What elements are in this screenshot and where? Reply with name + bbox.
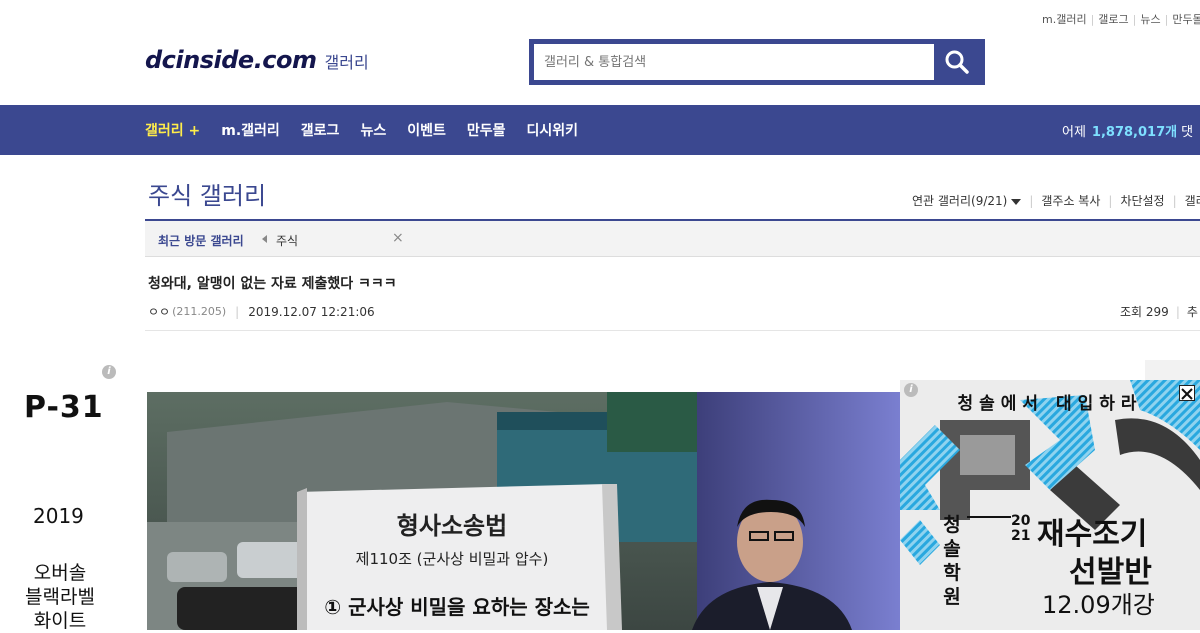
post-author-ip: (211.205) bbox=[172, 305, 227, 318]
nav-item-news[interactable]: 뉴스 bbox=[360, 120, 386, 140]
util-link-gallog[interactable]: 갤로그 bbox=[1098, 13, 1128, 26]
divider bbox=[145, 330, 1200, 331]
news-broadcast-image: 형사소송법 제110조 (군사상 비밀과 압수) ① 군사상 비밀을 요하는 장… bbox=[147, 392, 900, 630]
caret-down-icon bbox=[1011, 199, 1022, 205]
book-clause: ① 군사상 비밀을 요하는 장소는 bbox=[324, 595, 590, 619]
close-icon bbox=[1181, 388, 1193, 400]
right-ad-banner[interactable]: i 청솔에서 대입하라 청 솔 학 원 20 21 재수조기 선발반 12.09… bbox=[900, 380, 1200, 630]
search-bar bbox=[529, 39, 985, 85]
nav-item-wiki[interactable]: 디시위키 bbox=[526, 120, 578, 140]
ad-year: 2019 bbox=[33, 504, 84, 528]
close-icon[interactable]: × bbox=[392, 230, 404, 246]
nav-item-gallery[interactable]: 갤러리 + bbox=[145, 120, 200, 140]
nav-item-mgallery[interactable]: m.갤러리 bbox=[221, 120, 280, 140]
search-input[interactable] bbox=[534, 44, 934, 80]
nav-item-gallog[interactable]: 갤로그 bbox=[301, 120, 340, 140]
ad-start-date: 12.09개강 bbox=[1042, 591, 1155, 619]
related-gallery-dropdown[interactable]: 연관 갤러리(9/21) bbox=[912, 192, 1022, 209]
post-meta: ㅇㅇ (211.205) | 2019.12.07 12:21:06 bbox=[148, 303, 375, 320]
ad-academy-name: 청 솔 학 원 bbox=[943, 514, 961, 608]
gallery-tool-more[interactable]: 갤러 bbox=[1185, 192, 1200, 209]
stats-label: 어제 bbox=[1062, 124, 1086, 140]
copy-gallery-address-button[interactable]: 갤주소 복사 bbox=[1041, 192, 1100, 209]
nav-item-mall[interactable]: 만두몰 bbox=[467, 120, 506, 140]
stats-tail: 댓 bbox=[1181, 124, 1194, 140]
logo-wordmark: dcinside.com bbox=[145, 46, 317, 74]
book-article: 제110조 (군사상 비밀과 압수) bbox=[356, 550, 549, 568]
post-date: 2019.12.07 12:21:06 bbox=[248, 304, 375, 319]
left-arrow-icon[interactable] bbox=[262, 235, 267, 243]
gallery-title[interactable]: 주식 갤러리 bbox=[148, 176, 266, 211]
recent-gallery-item[interactable]: 주식 bbox=[276, 232, 298, 249]
ad-headline: 청솔에서 대입하라 bbox=[957, 394, 1143, 414]
ad-line-2: 블랙라벨 bbox=[25, 586, 95, 608]
post-stats: 조회 299 | 추 bbox=[1120, 305, 1198, 319]
ad-year: 20 21 bbox=[1011, 513, 1031, 544]
util-link-news[interactable]: 뉴스 bbox=[1140, 13, 1160, 26]
close-ad-button[interactable] bbox=[1179, 385, 1195, 401]
left-ad-banner[interactable]: i P-31 2019 오버솔 블랙라벨 화이트 bbox=[0, 360, 125, 632]
book-title: 형사소송법 bbox=[397, 512, 507, 540]
search-icon bbox=[945, 50, 969, 74]
main-nav: 갤러리 + m.갤러리 갤로그 뉴스 이벤트 만두몰 디시위키 어제 1,878… bbox=[0, 105, 1200, 155]
util-link-mall[interactable]: 만두몰 bbox=[1172, 13, 1200, 26]
recent-galleries-bar: 최근 방문 갤러리 주식 × bbox=[145, 219, 1200, 257]
block-settings-button[interactable]: 차단설정 bbox=[1120, 192, 1164, 209]
utility-links: m.갤러리 | 갤로그 | 뉴스 | 만두몰 bbox=[1042, 11, 1200, 27]
post-author[interactable]: ㅇㅇ bbox=[148, 303, 170, 320]
ad-divider bbox=[967, 516, 1011, 518]
ad-line-1: 오버솔 bbox=[33, 562, 87, 584]
stats-value: 1,878,017개 bbox=[1091, 124, 1178, 140]
site-logo[interactable]: dcinside.com 갤러리 bbox=[145, 46, 369, 74]
nav-item-event[interactable]: 이벤트 bbox=[407, 120, 446, 140]
comment-stats: 어제 1,878,017개 댓 bbox=[1062, 105, 1193, 155]
ad-model-name: P-31 bbox=[24, 390, 104, 425]
post-views: 조회 299 bbox=[1120, 305, 1169, 319]
post-title: 청와대, 알맹이 없는 자료 제출했다 ㅋㅋㅋ bbox=[148, 276, 397, 292]
post-image: 형사소송법 제110조 (군사상 비밀과 압수) ① 군사상 비밀을 요하는 장… bbox=[147, 392, 900, 630]
right-strip bbox=[1145, 360, 1200, 380]
recent-galleries-label: 최근 방문 갤러리 bbox=[158, 234, 244, 248]
logo-gallery-label: 갤러리 bbox=[324, 53, 369, 72]
gallery-tools: 연관 갤러리(9/21) | 갤주소 복사 | 차단설정 | 갤러 bbox=[912, 192, 1200, 209]
post-recommend: 추 bbox=[1186, 305, 1198, 319]
ad-info-icon[interactable]: i bbox=[102, 365, 116, 379]
util-link-mgallery[interactable]: m.갤러리 bbox=[1042, 13, 1087, 26]
ad-line-3: 화이트 bbox=[33, 610, 87, 632]
search-button[interactable] bbox=[934, 44, 980, 80]
